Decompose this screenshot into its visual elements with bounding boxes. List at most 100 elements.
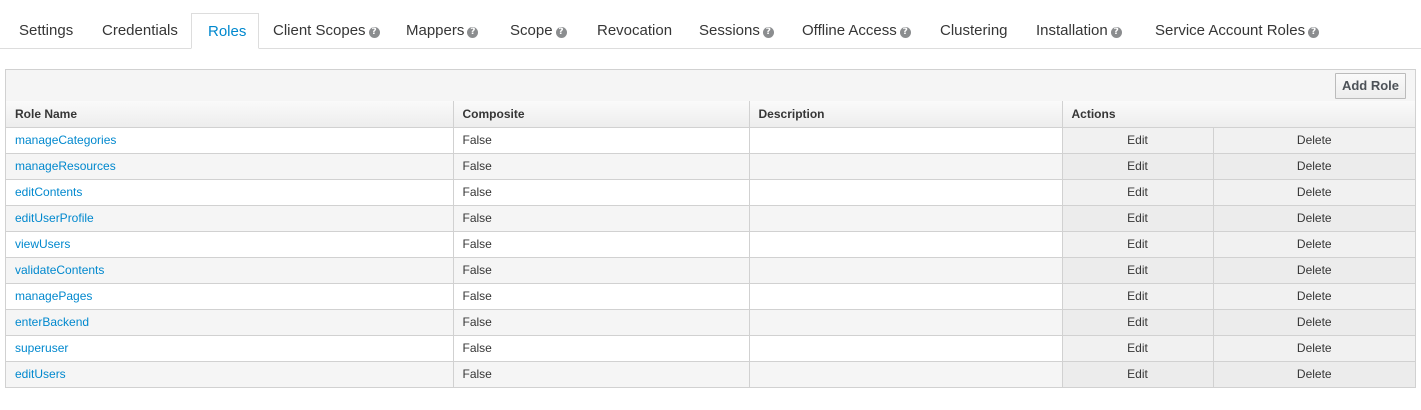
role-name-cell: managePages bbox=[6, 282, 454, 310]
tab-offline-access[interactable]: Offline Access? bbox=[802, 13, 911, 49]
delete-button[interactable]: Delete bbox=[1212, 230, 1416, 258]
table-toolbar: Add Role bbox=[6, 70, 1415, 102]
tab-label: Installation bbox=[1036, 22, 1108, 39]
role-name-link[interactable]: editUserProfile bbox=[15, 211, 94, 225]
tab-roles[interactable]: Roles bbox=[191, 13, 259, 49]
edit-button[interactable]: Edit bbox=[1061, 360, 1214, 387]
tab-client-scopes[interactable]: Client Scopes? bbox=[273, 13, 380, 49]
column-header-actions: Actions bbox=[1061, 101, 1416, 128]
tab-revocation[interactable]: Revocation bbox=[597, 13, 672, 49]
tab-label: Mappers bbox=[406, 22, 465, 39]
table-row: editUsers False Edit Delete bbox=[6, 360, 1416, 387]
edit-button[interactable]: Edit bbox=[1061, 282, 1214, 310]
description-cell bbox=[748, 204, 1063, 232]
role-name-cell: viewUsers bbox=[6, 230, 454, 258]
role-name-link[interactable]: managePages bbox=[15, 289, 92, 303]
composite-cell: False bbox=[452, 282, 750, 310]
role-name-cell: superuser bbox=[6, 334, 454, 362]
composite-cell: False bbox=[452, 230, 750, 258]
tab-credentials[interactable]: Credentials bbox=[102, 13, 178, 49]
role-name-cell: validateContents bbox=[6, 256, 454, 284]
tab-label: Revocation bbox=[597, 22, 673, 39]
description-cell bbox=[748, 308, 1063, 336]
edit-button[interactable]: Edit bbox=[1061, 204, 1214, 232]
delete-button[interactable]: Delete bbox=[1212, 178, 1416, 206]
column-header-composite[interactable]: Composite bbox=[452, 101, 750, 128]
edit-button[interactable]: Edit bbox=[1061, 256, 1214, 284]
column-header-description[interactable]: Description bbox=[748, 101, 1063, 128]
role-name-link[interactable]: manageResources bbox=[15, 159, 116, 173]
role-name-link[interactable]: viewUsers bbox=[15, 237, 70, 251]
column-header-role-name[interactable]: Role Name bbox=[6, 101, 454, 128]
delete-button[interactable]: Delete bbox=[1212, 308, 1416, 336]
tab-label: Service Account Roles bbox=[1155, 22, 1306, 39]
role-name-link[interactable]: editUsers bbox=[15, 367, 66, 381]
edit-button[interactable]: Edit bbox=[1061, 308, 1214, 336]
role-name-cell: manageCategories bbox=[6, 126, 454, 154]
tab-label: Settings bbox=[19, 22, 74, 39]
table-row: manageCategories False Edit Delete bbox=[6, 126, 1416, 154]
edit-button[interactable]: Edit bbox=[1061, 230, 1214, 258]
tab-label: Sessions bbox=[699, 22, 760, 39]
role-name-cell: manageResources bbox=[6, 152, 454, 180]
table-row: managePages False Edit Delete bbox=[6, 282, 1416, 310]
tab-installation[interactable]: Installation? bbox=[1036, 13, 1122, 49]
role-name-link[interactable]: superuser bbox=[15, 341, 68, 355]
edit-button[interactable]: Edit bbox=[1061, 334, 1214, 362]
question-circle-icon: ? bbox=[368, 27, 380, 38]
tab-sessions[interactable]: Sessions? bbox=[699, 13, 774, 49]
composite-cell: False bbox=[452, 152, 750, 180]
role-name-cell: editUserProfile bbox=[6, 204, 454, 232]
question-circle-icon: ? bbox=[467, 27, 479, 38]
tab-label: Clustering bbox=[940, 22, 1008, 39]
delete-button[interactable]: Delete bbox=[1212, 152, 1416, 180]
page-title-clipped bbox=[0, 0, 240, 4]
description-cell bbox=[748, 152, 1063, 180]
role-name-cell: enterBackend bbox=[6, 308, 454, 336]
composite-cell: False bbox=[452, 334, 750, 362]
add-role-button[interactable]: Add Role bbox=[1334, 73, 1406, 99]
roles-table: Role Name Composite Description Actions … bbox=[6, 101, 1416, 387]
tab-label: Scope bbox=[510, 22, 553, 39]
question-circle-icon: ? bbox=[555, 27, 567, 38]
tab-settings[interactable]: Settings bbox=[19, 13, 73, 49]
description-cell bbox=[748, 282, 1063, 310]
question-circle-icon: ? bbox=[899, 27, 911, 38]
edit-button[interactable]: Edit bbox=[1061, 152, 1214, 180]
description-cell bbox=[748, 126, 1063, 154]
delete-button[interactable]: Delete bbox=[1212, 126, 1416, 154]
table-row: manageResources False Edit Delete bbox=[6, 152, 1416, 180]
tab-scope[interactable]: Scope? bbox=[510, 13, 567, 49]
composite-cell: False bbox=[452, 360, 750, 387]
composite-cell: False bbox=[452, 256, 750, 284]
table-row: viewUsers False Edit Delete bbox=[6, 230, 1416, 258]
delete-button[interactable]: Delete bbox=[1212, 282, 1416, 310]
composite-cell: False bbox=[452, 178, 750, 206]
table-row: superuser False Edit Delete bbox=[6, 334, 1416, 362]
description-cell bbox=[748, 256, 1063, 284]
role-name-link[interactable]: enterBackend bbox=[15, 315, 89, 329]
table-row: enterBackend False Edit Delete bbox=[6, 308, 1416, 336]
table-row: validateContents False Edit Delete bbox=[6, 256, 1416, 284]
role-name-link[interactable]: validateContents bbox=[15, 263, 104, 277]
tab-mappers[interactable]: Mappers? bbox=[406, 13, 479, 49]
tab-clustering[interactable]: Clustering bbox=[940, 13, 1008, 49]
delete-button[interactable]: Delete bbox=[1212, 360, 1416, 387]
edit-button[interactable]: Edit bbox=[1061, 126, 1214, 154]
role-name-link[interactable]: manageCategories bbox=[15, 133, 116, 147]
delete-button[interactable]: Delete bbox=[1212, 256, 1416, 284]
description-cell bbox=[748, 334, 1063, 362]
description-cell bbox=[748, 178, 1063, 206]
question-circle-icon: ? bbox=[762, 27, 774, 38]
composite-cell: False bbox=[452, 308, 750, 336]
client-tabs: Settings Credentials Roles Client Scopes… bbox=[0, 13, 1421, 49]
table-header-row: Role Name Composite Description Actions bbox=[6, 101, 1416, 128]
delete-button[interactable]: Delete bbox=[1212, 334, 1416, 362]
delete-button[interactable]: Delete bbox=[1212, 204, 1416, 232]
edit-button[interactable]: Edit bbox=[1061, 178, 1214, 206]
tab-service-account-roles[interactable]: Service Account Roles? bbox=[1155, 13, 1320, 49]
composite-cell: False bbox=[452, 126, 750, 154]
description-cell bbox=[748, 230, 1063, 258]
role-name-link[interactable]: editContents bbox=[15, 185, 82, 199]
tab-label: Credentials bbox=[102, 22, 178, 39]
